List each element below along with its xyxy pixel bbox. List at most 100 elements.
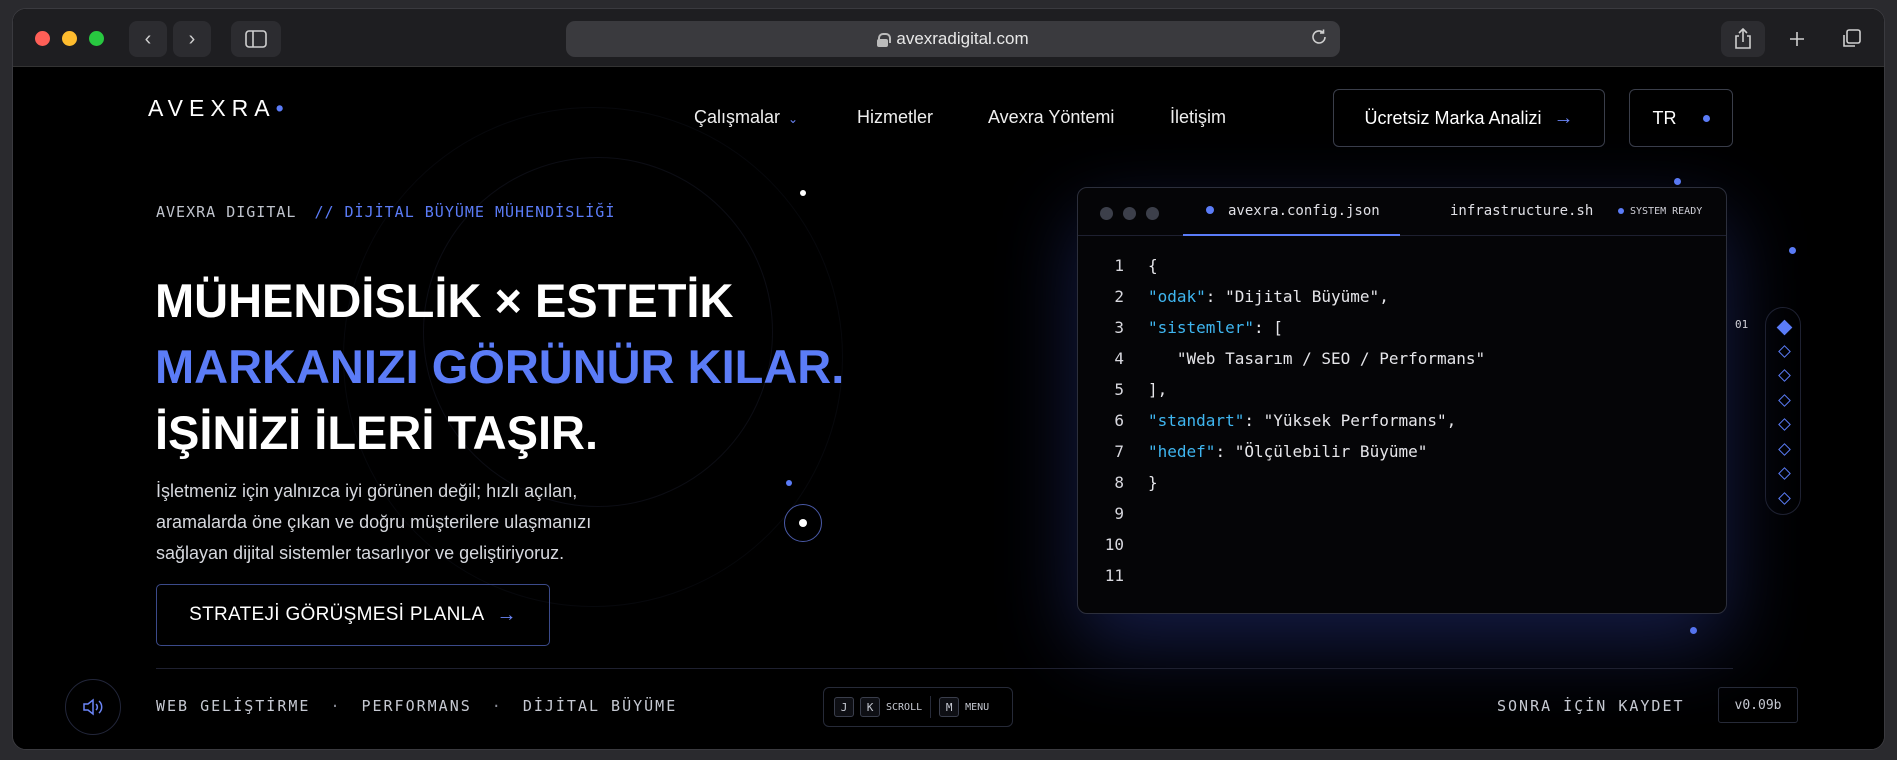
line-number: 9 <box>1114 504 1124 523</box>
hero-eyebrow: AVEXRA DIGITAL // DİJİTAL BÜYÜME MÜHENDİS… <box>156 203 615 221</box>
line-number: 3 <box>1114 318 1124 337</box>
rail-item-active[interactable] <box>1776 319 1793 336</box>
site-logo[interactable]: AVEXRA• <box>148 95 290 122</box>
address-bar[interactable]: avexradigital.com <box>566 21 1340 57</box>
nav-item-calismalar[interactable]: Çalışmalar ⌄ <box>694 107 798 128</box>
share-button[interactable] <box>1721 21 1765 57</box>
tag: DİJİTAL BÜYÜME <box>522 697 678 715</box>
logo-text: AVEXRA <box>148 95 276 121</box>
key-j: J <box>834 697 854 717</box>
code-key: "standart" <box>1148 411 1245 430</box>
forward-button[interactable]: › <box>173 21 211 57</box>
reload-icon[interactable] <box>1310 28 1328 52</box>
plan-strategy-meeting-button[interactable]: STRATEJİ GÖRÜŞMESİ PLANLA → <box>156 584 550 646</box>
tab-overview-button[interactable] <box>1829 21 1873 57</box>
hero-title-line-3: İŞİNİZİ İLERİ TAŞIR. <box>155 406 599 459</box>
code-plain: { <box>1148 256 1158 275</box>
active-dot <box>1206 206 1214 214</box>
code-key: "hedef" <box>1148 442 1216 461</box>
key-k: K <box>860 697 880 717</box>
spark-dot <box>1690 627 1697 634</box>
status-dot <box>1618 208 1624 214</box>
url-text: avexradigital.com <box>896 29 1029 48</box>
line-number: 1 <box>1114 256 1124 275</box>
rail-item[interactable] <box>1778 442 1791 456</box>
new-tab-button[interactable] <box>1775 21 1819 57</box>
code-plain: : "Dijital Büyüme", <box>1205 287 1389 306</box>
code-plain: : "Yüksek Performans", <box>1244 411 1457 430</box>
line-number: 5 <box>1114 380 1124 399</box>
code-text: ], <box>1148 374 1167 405</box>
code-line: 7 "hedef": "Ölçülebilir Büyüme" <box>1078 436 1726 467</box>
code-line: 3 "sistemler": [ <box>1078 312 1726 343</box>
code-plain: : [ <box>1253 318 1283 337</box>
rail-item[interactable] <box>1778 467 1791 480</box>
active-tab-indicator <box>1183 234 1400 236</box>
code-text: "Web Tasarım / SEO / Performans" <box>1148 343 1485 374</box>
section-rail <box>1765 307 1801 515</box>
free-brand-analysis-button[interactable]: Ücretsiz Marka Analizi → <box>1333 89 1605 147</box>
tag-separator: · <box>330 697 342 715</box>
close-window-button[interactable] <box>35 31 50 46</box>
code-text: { <box>1148 250 1158 281</box>
status-text: SYSTEM READY <box>1630 206 1703 217</box>
nav-item-avexra-yontemi[interactable]: Avexra Yöntemi <box>988 107 1114 128</box>
eyebrow-accent: // DİJİTAL BÜYÜME MÜHENDİSLİĞİ <box>314 203 616 221</box>
code-line: 1{ <box>1078 250 1726 281</box>
language-label: TR <box>1652 107 1677 128</box>
code-line: 11 <box>1078 560 1726 591</box>
web-page: AVEXRA• Çalışmalar ⌄ Hizmetler Avexra Yön… <box>13 67 1884 749</box>
code-plain: "Web Tasarım / SEO / Performans" <box>1148 349 1486 368</box>
code-line: 6 "standart": "Yüksek Performans", <box>1078 405 1726 436</box>
minimize-window-button[interactable] <box>62 31 77 46</box>
code-plain: : "Ölçülebilir Büyüme" <box>1215 442 1428 461</box>
rail-item[interactable] <box>1778 393 1791 407</box>
code-text: "sistemler": [ <box>1148 312 1283 343</box>
zoom-window-button[interactable] <box>89 31 104 46</box>
nav-item-iletisim[interactable]: İletişim <box>1170 107 1226 128</box>
tab-infrastructure[interactable]: infrastructure.sh <box>1450 203 1593 219</box>
key-m: M <box>939 697 960 717</box>
sound-toggle-button[interactable] <box>65 679 121 735</box>
code-line: 10 <box>1078 529 1726 560</box>
window-dot <box>1100 207 1113 220</box>
nav-item-hizmetler[interactable]: Hizmetler <box>857 107 933 128</box>
hero-title-line-1: MÜHENDİSLİK × ESTETİK <box>155 274 734 327</box>
rail-active-number: 01 <box>1735 318 1749 331</box>
rail-item[interactable] <box>1778 491 1791 505</box>
line-number: 8 <box>1114 473 1124 492</box>
browser-toolbar: ‹ › avexradigital.com <box>13 9 1884 67</box>
code-key: "odak" <box>1148 287 1206 306</box>
rail-item[interactable] <box>1778 418 1791 431</box>
button-label: STRATEJİ GÖRÜŞMESİ PLANLA <box>189 604 485 625</box>
window-dot <box>1146 207 1159 220</box>
eyebrow-text: AVEXRA DIGITAL <box>156 203 297 221</box>
language-switcher[interactable]: TR <box>1629 89 1733 147</box>
line-number: 10 <box>1104 535 1124 554</box>
code-text: "odak": "Dijital Büyüme", <box>1148 281 1389 312</box>
status-dot <box>1702 114 1710 122</box>
arrow-right-icon: → <box>496 603 517 626</box>
back-button[interactable]: ‹ <box>129 21 167 57</box>
sidebar-icon <box>245 30 267 48</box>
save-for-later-link[interactable]: SONRA İÇİN KAYDET <box>1497 697 1685 715</box>
arrow-right-icon: → <box>1553 106 1574 129</box>
orbit-button[interactable] <box>784 504 822 542</box>
chevron-down-icon: ⌄ <box>788 112 799 126</box>
rail-item[interactable] <box>1778 369 1791 382</box>
line-number: 7 <box>1114 442 1124 461</box>
service-tags: WEB GELİŞTİRME · PERFORMANS · DİJİTAL BÜYÜME <box>156 697 677 715</box>
code-window: avexra.config.json infrastructure.sh SYS… <box>1077 187 1727 614</box>
code-line: 5], <box>1078 374 1726 405</box>
chevron-left-icon: ‹ <box>144 27 152 50</box>
button-label: Ücretsiz Marka Analizi <box>1364 107 1542 128</box>
browser-window: ‹ › avexradigital.com AVEXRA• Çalışmalar… <box>12 8 1885 750</box>
tag: PERFORMANS <box>361 697 472 715</box>
rail-item[interactable] <box>1778 344 1791 358</box>
plus-icon <box>1790 32 1804 46</box>
spark-dot <box>1674 178 1681 185</box>
code-plain: ], <box>1148 380 1168 399</box>
line-number: 11 <box>1104 566 1124 585</box>
tab-avexra-config[interactable]: avexra.config.json <box>1206 203 1380 219</box>
sidebar-toggle-button[interactable] <box>231 21 281 57</box>
